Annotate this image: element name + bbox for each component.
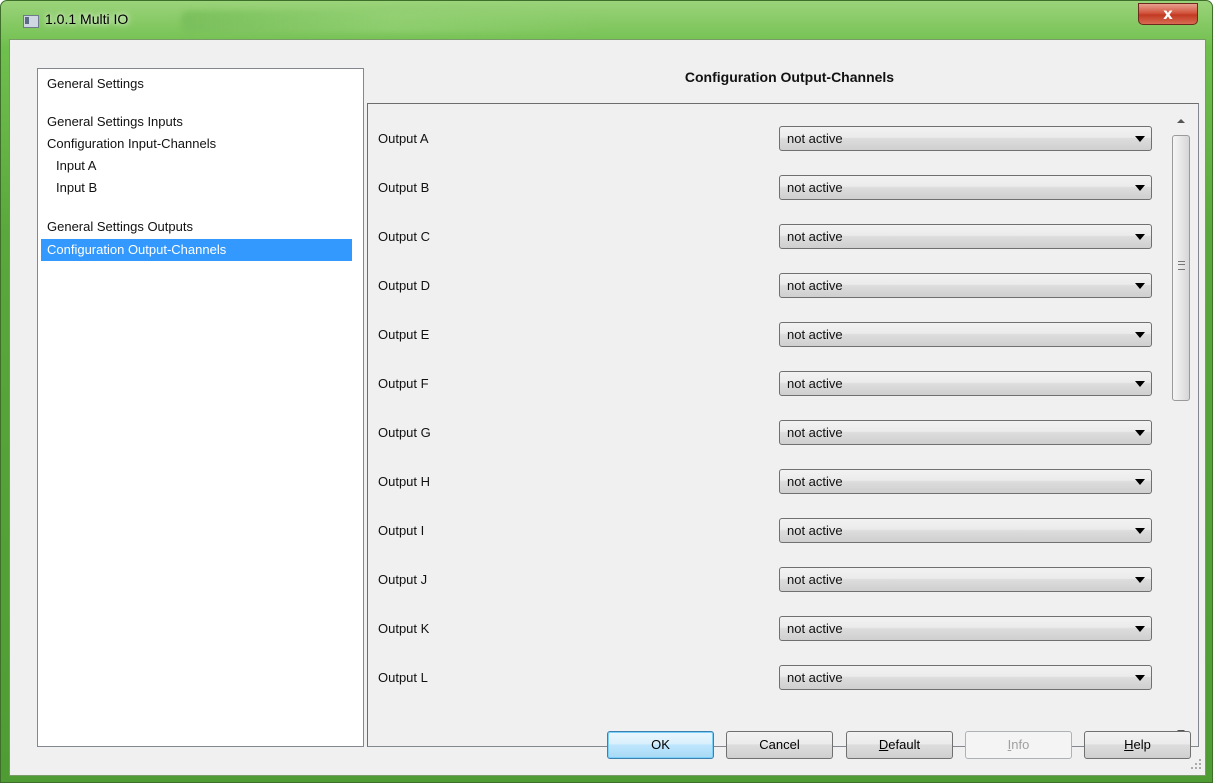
output-mode-value: not active [787,229,843,244]
output-mode-dropdown[interactable]: not active [779,371,1152,396]
output-label: Output B [378,180,430,195]
app-icon [23,15,39,28]
tree-item-general-settings-inputs[interactable]: General Settings Inputs [41,111,183,133]
grip-icon [1178,261,1185,270]
output-mode-value: not active [787,376,843,391]
chevron-down-icon [1135,675,1145,681]
output-mode-dropdown[interactable]: not active [779,469,1152,494]
output-mode-value: not active [787,523,843,538]
output-label: Output G [378,425,431,440]
window-frame: 1.0.1 Multi IO x General Settings Genera… [0,0,1213,783]
resize-grip-icon[interactable] [1190,758,1202,770]
scroll-up-arrow-icon[interactable] [1177,119,1185,123]
chevron-down-icon [1135,332,1145,338]
tree-item-general-settings-outputs[interactable]: General Settings Outputs [41,216,193,238]
output-mode-value: not active [787,474,843,489]
dialog-client-area: General Settings General Settings Inputs… [9,39,1206,776]
output-mode-dropdown[interactable]: not active [779,126,1152,151]
output-mode-dropdown[interactable]: not active [779,665,1152,690]
tree-item-configuration-input-channels[interactable]: Configuration Input-Channels [41,133,216,155]
output-label: Output J [378,572,428,587]
default-button-mnemonic: D [878,737,889,752]
output-mode-dropdown[interactable]: not active [779,273,1152,298]
window-title: 1.0.1 Multi IO [45,11,129,27]
default-button-label: efault [888,737,921,752]
scrollbar-thumb[interactable] [1172,135,1190,401]
output-mode-value: not active [787,180,843,195]
output-mode-dropdown[interactable]: not active [779,322,1152,347]
output-mode-value: not active [787,572,843,587]
chevron-down-icon [1135,185,1145,191]
chevron-down-icon [1135,234,1145,240]
output-mode-value: not active [787,670,843,685]
chevron-down-icon [1135,577,1145,583]
ok-button[interactable]: OK [607,731,714,759]
title-bar[interactable]: 1.0.1 Multi IO x [1,1,1212,39]
tree-item-general-settings[interactable]: General Settings [41,73,144,95]
title-bar-glass [181,11,601,33]
output-mode-value: not active [787,621,843,636]
output-mode-dropdown[interactable]: not active [779,224,1152,249]
tree-item-input-a[interactable]: Input A [41,155,96,177]
page-title: Configuration Output-Channels [684,69,895,85]
chevron-down-icon [1135,283,1145,289]
help-button-mnemonic: H [1124,737,1134,752]
output-mode-value: not active [787,131,843,146]
tree-item-configuration-output-channels[interactable]: Configuration Output-Channels [41,239,352,261]
info-button[interactable]: Info [965,731,1072,759]
chevron-down-icon [1135,528,1145,534]
vertical-scrollbar[interactable] [1167,105,1198,746]
output-mode-dropdown[interactable]: not active [779,518,1152,543]
output-label: Output L [378,670,428,685]
chevron-down-icon [1135,479,1145,485]
help-button[interactable]: Help [1084,731,1191,759]
output-label: Output F [378,376,429,391]
help-button-label: elp [1133,737,1151,752]
chevron-down-icon [1135,430,1145,436]
output-mode-value: not active [787,278,843,293]
settings-tree: General Settings General Settings Inputs… [37,68,364,747]
tree-item-input-b[interactable]: Input B [41,177,97,199]
output-settings-panel: Output A not active Output B not active Outp… [367,103,1199,747]
close-button[interactable]: x [1138,3,1198,25]
cancel-button[interactable]: Cancel [726,731,833,759]
output-label: Output H [378,474,431,489]
output-label: Output C [378,229,431,244]
output-label: Output E [378,327,430,342]
output-label: Output D [378,278,431,293]
output-label: Output A [378,131,429,146]
default-button[interactable]: Default [846,731,953,759]
chevron-down-icon [1135,381,1145,387]
output-label: Output K [378,621,430,636]
output-label: Output I [378,523,425,538]
chevron-down-icon [1135,626,1145,632]
chevron-down-icon [1135,136,1145,142]
output-mode-dropdown[interactable]: not active [779,420,1152,445]
output-mode-dropdown[interactable]: not active [779,175,1152,200]
output-mode-value: not active [787,327,843,342]
output-mode-value: not active [787,425,843,440]
output-mode-dropdown[interactable]: not active [779,616,1152,641]
output-mode-dropdown[interactable]: not active [779,567,1152,592]
info-button-label: nfo [1011,737,1030,752]
